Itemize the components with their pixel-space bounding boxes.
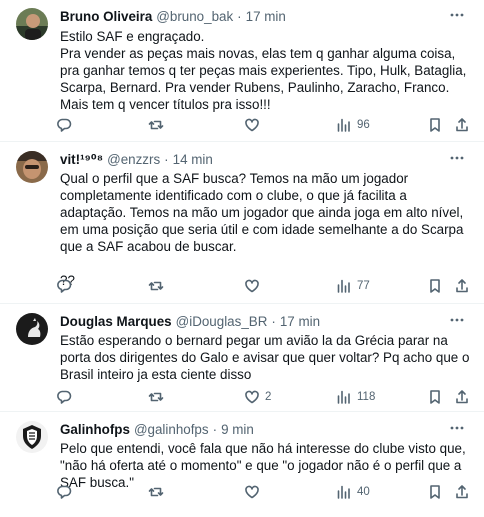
retweet-icon — [148, 487, 164, 497]
timestamp[interactable]: 9 min — [221, 422, 254, 437]
avatar[interactable] — [16, 8, 48, 40]
bookmark-icon — [430, 118, 440, 132]
reply-button[interactable] — [56, 277, 77, 295]
like-button[interactable] — [244, 116, 265, 134]
share-button[interactable] — [454, 116, 470, 134]
like-count: 2 — [265, 391, 272, 403]
author-handle[interactable]: @bruno_bak — [156, 9, 233, 24]
author-name[interactable]: Galinhofps — [60, 422, 130, 437]
bookmark-button[interactable] — [427, 277, 443, 295]
retweet-icon — [148, 281, 164, 291]
share-icon — [456, 485, 468, 499]
like-button[interactable] — [244, 483, 265, 501]
like-button[interactable]: 2 — [244, 388, 271, 406]
author-name[interactable]: vit!¹⁹⁰⁸ — [60, 152, 103, 168]
bookmark-button[interactable] — [427, 116, 443, 134]
bookmark-icon — [430, 279, 440, 293]
separator: · — [237, 9, 242, 24]
views-button[interactable]: 40 — [336, 483, 370, 501]
heart-icon — [245, 390, 259, 404]
views-icon — [337, 118, 350, 132]
views-count: 96 — [357, 119, 370, 131]
author-handle[interactable]: @enzzrs — [107, 152, 160, 167]
author-name[interactable]: Douglas Marques — [60, 314, 172, 329]
share-icon — [456, 390, 468, 404]
retweet-icon — [148, 392, 164, 402]
author-name[interactable]: Bruno Oliveira — [60, 9, 152, 24]
timestamp[interactable]: 17 min — [280, 314, 320, 329]
reply-icon — [57, 118, 72, 132]
separator: · — [271, 314, 276, 329]
bookmark-button[interactable] — [427, 483, 443, 501]
separator: · — [164, 152, 169, 167]
heart-icon — [245, 279, 259, 293]
tweet-text: Qual o perfil que a SAF busca? Temos na … — [60, 171, 464, 288]
heart-icon — [245, 118, 259, 132]
retweet-icon — [148, 120, 164, 130]
bookmark-button[interactable] — [427, 388, 443, 406]
author-handle[interactable]: @galinhofps — [134, 422, 209, 437]
reply-icon — [57, 390, 72, 404]
views-count: 40 — [357, 486, 370, 498]
tweet[interactable]: Douglas Marques @iDouglas_BR · 17 min Es… — [0, 305, 484, 412]
more-icon[interactable] — [448, 311, 466, 329]
reply-icon — [57, 485, 72, 499]
views-icon — [337, 279, 350, 293]
reply-button[interactable] — [56, 116, 77, 134]
retweet-button[interactable] — [148, 483, 169, 501]
bookmark-icon — [430, 485, 440, 499]
heart-icon — [245, 485, 259, 499]
views-button[interactable]: 96 — [336, 116, 370, 134]
like-button[interactable] — [244, 277, 265, 295]
tweet-text: Estilo SAF e engraçado. Pra vender as pe… — [60, 29, 467, 112]
timestamp[interactable]: 17 min — [246, 9, 286, 24]
share-icon — [456, 118, 468, 132]
views-count: 118 — [357, 391, 376, 403]
author-handle[interactable]: @iDouglas_BR — [176, 314, 268, 329]
views-icon — [337, 485, 350, 499]
retweet-button[interactable] — [148, 116, 169, 134]
retweet-button[interactable] — [148, 388, 169, 406]
timestamp[interactable]: 14 min — [173, 152, 213, 167]
avatar[interactable] — [16, 151, 48, 183]
separator: · — [212, 422, 218, 437]
reply-button[interactable] — [56, 483, 77, 501]
reply-button[interactable] — [56, 388, 77, 406]
views-button[interactable]: 118 — [336, 388, 375, 406]
more-icon[interactable] — [448, 419, 466, 437]
reply-icon — [57, 279, 72, 293]
more-icon[interactable] — [448, 149, 466, 167]
share-icon — [456, 279, 468, 293]
more-icon[interactable] — [448, 6, 466, 24]
retweet-button[interactable] — [148, 277, 169, 295]
avatar[interactable] — [16, 421, 48, 453]
tweet-text: Estão esperando o bernard pegar um avião… — [60, 333, 474, 382]
views-count: 77 — [357, 280, 370, 292]
tweet[interactable]: Bruno Oliveira @bruno_bak · 17 min Estil… — [0, 0, 484, 142]
share-button[interactable] — [454, 388, 470, 406]
views-icon — [337, 390, 350, 404]
views-button[interactable]: 77 — [336, 277, 370, 295]
share-button[interactable] — [454, 483, 470, 501]
bookmark-icon — [430, 390, 440, 404]
share-button[interactable] — [454, 277, 470, 295]
avatar[interactable] — [16, 313, 48, 345]
tweet[interactable]: vit!¹⁹⁰⁸ @enzzrs · 14 min Qual o perfil … — [0, 143, 484, 304]
tweet[interactable]: Galinhofps @galinhofps · 9 min Pelo que … — [0, 413, 484, 517]
